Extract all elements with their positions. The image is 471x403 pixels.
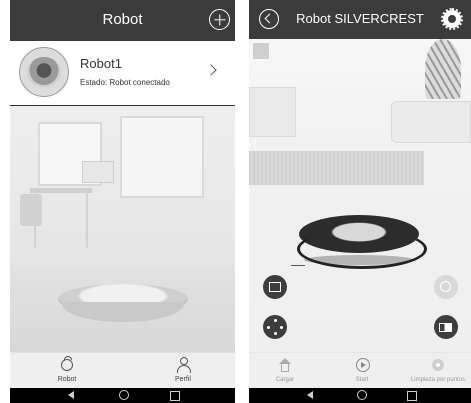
nav-back-icon[interactable]: [307, 391, 313, 399]
robot-control-screen: Robot SILVERCREST Cargar Start Limpieza …: [249, 0, 471, 403]
battery-button[interactable]: [434, 315, 458, 339]
play-icon: [356, 358, 370, 372]
robot-list-item[interactable]: Robot1 Estado: Robot conectado: [10, 41, 235, 106]
house-icon: [279, 358, 291, 372]
background-room-image: [249, 39, 471, 352]
cargar-button[interactable]: Cargar: [265, 353, 305, 389]
robot-icon: [61, 356, 73, 371]
tab-robot-label: Robot: [57, 376, 77, 383]
direction-control-button[interactable]: [263, 315, 287, 339]
background-room-image: [10, 106, 235, 352]
android-nav-bar: [249, 388, 471, 403]
nav-recent-icon[interactable]: [170, 390, 180, 401]
tab-robot[interactable]: Robot: [27, 353, 107, 389]
robot-name: Robot1: [80, 56, 122, 71]
android-nav-bar: [10, 388, 235, 403]
gear-icon[interactable]: [441, 8, 463, 30]
person-icon: [176, 357, 191, 373]
robot-list-screen: Robot Robot1 Estado: Robot conectado Rob…: [10, 0, 235, 403]
page-title: Robot: [102, 11, 143, 28]
tab-perfil[interactable]: Perfil: [143, 353, 223, 389]
robot-avatar: [19, 47, 69, 97]
start-button[interactable]: Start: [342, 353, 382, 389]
spot-cleaning-button[interactable]: Limpieza por puntos: [405, 353, 471, 389]
map-button[interactable]: [263, 275, 287, 299]
schedule-button[interactable]: [434, 275, 458, 299]
spot-icon: [432, 359, 444, 371]
add-robot-icon[interactable]: [209, 9, 230, 30]
nav-home-icon[interactable]: [357, 390, 367, 400]
nav-home-icon[interactable]: [119, 390, 129, 400]
nav-back-icon[interactable]: [68, 391, 74, 399]
action-bar: Cargar Start Limpieza por puntos: [249, 352, 471, 389]
app-header: Robot SILVERCREST: [249, 0, 471, 39]
chevron-right-icon: [205, 64, 217, 76]
tab-perfil-label: Perfil: [175, 376, 191, 383]
robot-status: Estado: Robot conectado: [80, 78, 170, 87]
cargar-label: Cargar: [275, 377, 295, 383]
nav-recent-icon[interactable]: [407, 390, 417, 401]
spot-cleaning-label: Limpieza por puntos: [410, 377, 466, 383]
app-header: Robot: [10, 0, 235, 41]
start-label: Start: [355, 377, 369, 383]
page-title: Robot SILVERCREST: [296, 11, 424, 26]
bottom-tab-bar: Robot Perfil: [10, 352, 235, 389]
